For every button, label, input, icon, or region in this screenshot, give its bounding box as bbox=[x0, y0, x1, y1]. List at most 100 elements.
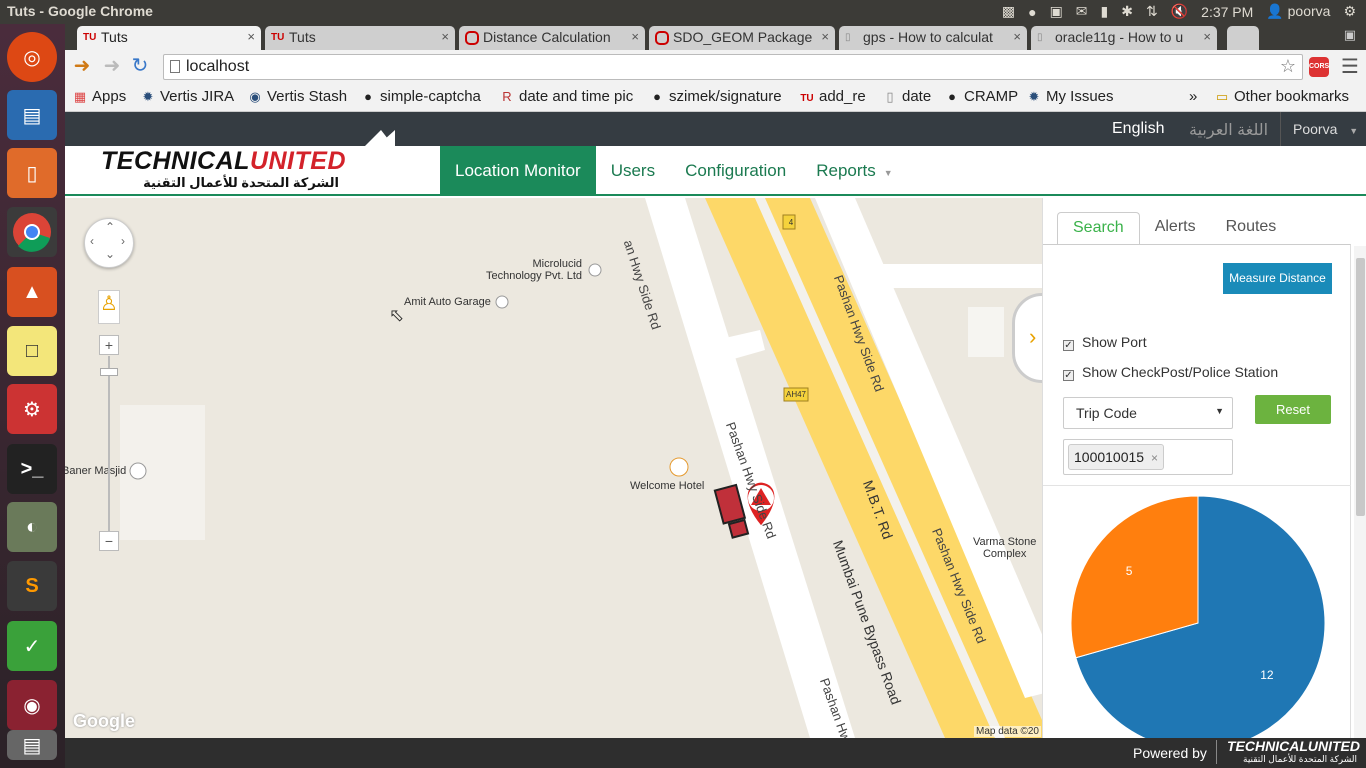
clock[interactable]: 2:37 PM bbox=[1201, 4, 1253, 20]
reset-button[interactable]: Reset bbox=[1255, 395, 1331, 424]
scrollbar-thumb[interactable] bbox=[1356, 258, 1365, 516]
ubuntu-icon[interactable]: ◎ bbox=[7, 32, 57, 82]
tab-sdo-geom[interactable]: SDO_GEOM Package × bbox=[649, 26, 835, 50]
poi-varma-stone[interactable]: Varma Stone Complex bbox=[973, 536, 1036, 560]
poi-welcome-hotel[interactable]: Welcome Hotel bbox=[630, 480, 704, 492]
map[interactable]: Microlucid Technology Pvt. Ltd Amit Auto… bbox=[65, 198, 1042, 738]
notes-icon[interactable]: □ bbox=[7, 326, 57, 376]
tab-gps[interactable]: ▯ gps - How to calculat × bbox=[839, 26, 1027, 50]
forward-arrow-icon[interactable]: ➜ bbox=[101, 56, 123, 78]
lang-arabic[interactable]: اللغة العربية bbox=[1189, 120, 1268, 140]
show-port-checkbox[interactable]: ✓ Show Port bbox=[1063, 334, 1147, 351]
menu-icon[interactable]: ☰ bbox=[1341, 54, 1359, 79]
bookmark-my-issues[interactable]: ✹ My Issues bbox=[1027, 88, 1114, 105]
bookmark-add-re[interactable]: TU add_re bbox=[800, 88, 865, 105]
checkbox-checked-icon[interactable]: ✓ bbox=[1063, 370, 1074, 381]
zoom-out-button[interactable]: − bbox=[99, 531, 119, 551]
close-tab-icon[interactable]: × bbox=[247, 29, 255, 44]
poi-baner-masjid[interactable]: Baner Masjid bbox=[65, 465, 126, 477]
bookmark-vertis-jira[interactable]: ✹ Vertis JIRA bbox=[141, 88, 235, 105]
bookmark-apps[interactable]: ▦ Apps bbox=[73, 88, 126, 105]
bookmark-szimek[interactable]: ● szimek/signature bbox=[650, 88, 790, 105]
tab-alerts[interactable]: Alerts bbox=[1140, 212, 1211, 244]
technical-united-logo[interactable]: TECHNICALUNITED الشركة المتحدة للأعمال ا… bbox=[101, 146, 351, 194]
tab-distance[interactable]: Distance Calculation × bbox=[459, 26, 645, 50]
network-icon[interactable]: ▩ bbox=[1002, 3, 1015, 20]
pan-control[interactable]: ⌃ ⌄ ‹ › bbox=[84, 218, 134, 268]
terminal-icon[interactable]: >_ bbox=[7, 444, 57, 494]
trip-tag-input[interactable]: 100010015 × bbox=[1063, 439, 1233, 475]
tab-search[interactable]: Search bbox=[1057, 212, 1140, 244]
reload-icon[interactable]: ↻ bbox=[129, 56, 151, 78]
checkbox-checked-icon[interactable]: ✓ bbox=[1063, 340, 1074, 351]
zoom-slider-track[interactable] bbox=[108, 356, 110, 531]
poi-marker bbox=[495, 295, 509, 309]
bookmark-date[interactable]: ▯ date bbox=[883, 88, 931, 105]
close-tab-icon[interactable]: × bbox=[1013, 29, 1021, 44]
bookmark-star-icon[interactable]: ☆ bbox=[1280, 56, 1296, 77]
chrome-tray-icon[interactable]: ● bbox=[1028, 4, 1036, 20]
chrome-icon[interactable] bbox=[7, 207, 57, 257]
poi-microlucid[interactable]: Microlucid Technology Pvt. Ltd bbox=[486, 258, 582, 282]
bookmarks-more-button[interactable]: » bbox=[1189, 88, 1197, 105]
trip-code-select[interactable]: Trip Code ▼ bbox=[1063, 397, 1233, 429]
menu-reports[interactable]: Reports ▼ bbox=[801, 146, 907, 196]
workspace-icon[interactable]: ▤ bbox=[7, 730, 57, 760]
other-bookmarks[interactable]: ▭ Other bookmarks bbox=[1215, 88, 1349, 105]
mail-icon[interactable]: ✉ bbox=[1076, 3, 1088, 20]
back-arrow-icon[interactable]: ➜ bbox=[71, 56, 93, 78]
disk-usage-icon[interactable]: ◐ bbox=[7, 502, 57, 552]
zoom-in-button[interactable]: + bbox=[99, 335, 119, 355]
close-tab-icon[interactable]: × bbox=[821, 29, 829, 44]
close-tab-icon[interactable]: × bbox=[441, 29, 449, 44]
bookmark-vertis-stash[interactable]: ◉ Vertis Stash bbox=[248, 88, 347, 105]
measure-distance-button[interactable]: Measure Distance bbox=[1223, 263, 1332, 294]
pan-right-icon[interactable]: › bbox=[121, 234, 125, 248]
bluetooth-icon[interactable]: ✱ bbox=[1121, 3, 1133, 20]
transfer-icon[interactable]: ⇅ bbox=[1146, 3, 1158, 20]
screen-icon[interactable]: ▣ bbox=[1050, 3, 1063, 20]
cors-extension-icon[interactable]: CORS bbox=[1309, 57, 1329, 77]
bookmark-cramp[interactable]: ● CRAMP bbox=[945, 88, 1018, 105]
bookmark-date-time[interactable]: Rdate and time pic bbox=[500, 88, 640, 105]
close-tab-icon[interactable]: × bbox=[631, 29, 639, 44]
panel-scrollbar[interactable] bbox=[1354, 246, 1366, 738]
close-tab-icon[interactable]: × bbox=[1203, 29, 1211, 44]
volume-icon[interactable]: 🔇 bbox=[1171, 3, 1188, 20]
menu-users[interactable]: Users bbox=[596, 146, 670, 196]
tab-tuts-2[interactable]: TU Tuts × bbox=[265, 26, 455, 50]
tasks-icon[interactable]: ✓ bbox=[7, 621, 57, 671]
tab-oracle11g[interactable]: ▯ oracle11g - How to u × bbox=[1031, 26, 1217, 50]
menu-configuration[interactable]: Configuration bbox=[670, 146, 801, 196]
software-center-icon[interactable]: ▲ bbox=[7, 267, 57, 317]
system-settings-icon[interactable]: ⚙ bbox=[7, 384, 57, 434]
files-icon[interactable]: ▯ bbox=[7, 148, 57, 198]
panel-toggle-button[interactable]: › bbox=[1012, 293, 1042, 383]
poi-amit-garage[interactable]: Amit Auto Garage bbox=[404, 296, 491, 308]
caret-down-icon: ▼ bbox=[1349, 126, 1359, 136]
pan-down-icon[interactable]: ⌄ bbox=[105, 247, 115, 261]
tab-tuts-1[interactable]: TU Tuts × bbox=[77, 26, 261, 50]
user-menu[interactable]: 👤 poorva bbox=[1266, 3, 1330, 20]
zoom-slider-handle[interactable] bbox=[100, 368, 118, 376]
window-restore-icon[interactable]: ▣ bbox=[1344, 27, 1356, 43]
battery-icon[interactable]: ▮ bbox=[1101, 3, 1109, 20]
remove-tag-icon[interactable]: × bbox=[1151, 451, 1158, 465]
page-favicon-icon: ▯ bbox=[1037, 32, 1043, 43]
settings-gear-icon[interactable]: ⚙ bbox=[1343, 3, 1356, 20]
pegman-icon[interactable]: ♙ bbox=[98, 290, 120, 324]
map-attribution[interactable]: Map data ©20 bbox=[974, 726, 1041, 737]
menu-location-monitor[interactable]: Location Monitor bbox=[440, 146, 596, 196]
new-tab-button[interactable] bbox=[1227, 26, 1259, 50]
lang-english[interactable]: English bbox=[1112, 120, 1164, 138]
writer-icon[interactable]: ▤ bbox=[7, 90, 57, 140]
sublime-icon[interactable]: S bbox=[7, 561, 57, 611]
tab-routes[interactable]: Routes bbox=[1211, 212, 1292, 244]
address-bar[interactable]: localhost ☆ bbox=[163, 54, 1303, 80]
user-dropdown[interactable]: Poorva ▼ bbox=[1293, 121, 1358, 137]
show-checkpost-checkbox[interactable]: ✓ Show CheckPost/Police Station bbox=[1063, 364, 1278, 381]
pan-up-icon[interactable]: ⌃ bbox=[105, 220, 115, 234]
app-icon[interactable]: ◉ bbox=[7, 680, 57, 730]
pan-left-icon[interactable]: ‹ bbox=[90, 234, 94, 248]
bookmark-simple-captcha[interactable]: ● simple-captcha bbox=[361, 88, 481, 105]
